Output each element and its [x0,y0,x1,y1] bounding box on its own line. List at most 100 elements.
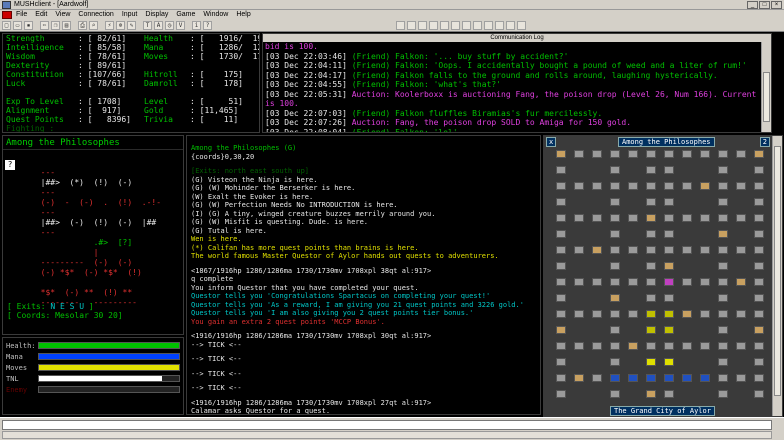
map-room[interactable] [574,246,584,254]
document-icon[interactable] [2,11,12,19]
map-room[interactable] [646,214,656,222]
zoom-out-icon[interactable] [462,21,471,30]
map-room[interactable] [610,310,620,318]
map-room[interactable] [646,374,656,382]
horizontal-scrollbar[interactable] [2,431,772,439]
map-room[interactable] [664,230,674,238]
map-close-button[interactable]: x [546,137,557,147]
map-room[interactable] [718,310,728,318]
map-room[interactable] [646,294,656,302]
map-room[interactable] [736,214,746,222]
map-room[interactable] [574,342,584,350]
map-room[interactable] [646,198,656,206]
map-room[interactable] [718,230,728,238]
map-room[interactable] [754,278,764,286]
map-room[interactable] [610,198,620,206]
map-room[interactable] [754,374,764,382]
map-room[interactable] [574,182,584,190]
map-room[interactable] [574,310,584,318]
map-room[interactable] [754,166,764,174]
map-room[interactable] [646,166,656,174]
map-room[interactable] [736,310,746,318]
aliases-icon[interactable]: A [154,21,163,30]
map-room[interactable] [610,374,620,382]
map-room[interactable] [718,166,728,174]
map-room[interactable] [682,278,692,286]
map-room[interactable] [574,150,584,158]
refresh-icon[interactable] [473,21,482,30]
menu-help[interactable]: Help [232,10,254,20]
minimize-button[interactable]: _ [747,1,758,9]
map-room[interactable] [646,230,656,238]
map-room[interactable] [682,246,692,254]
map-room[interactable] [700,278,710,286]
map-room[interactable] [556,326,566,334]
map-room[interactable] [592,342,602,350]
map-room[interactable] [718,214,728,222]
menu-window[interactable]: Window [199,10,232,20]
map-room[interactable] [718,278,728,286]
comm-scrollbar[interactable] [761,42,771,132]
map-room[interactable] [556,166,566,174]
timers-icon[interactable]: ◷ [165,21,174,30]
map-room[interactable] [610,326,620,334]
map-room[interactable] [700,150,710,158]
map-room[interactable] [664,166,674,174]
map-room[interactable] [754,326,764,334]
map-room[interactable] [718,342,728,350]
map-room[interactable] [610,294,620,302]
map-room[interactable] [664,326,674,334]
map-room[interactable] [700,310,710,318]
map-room[interactable] [610,246,620,254]
map-room[interactable] [754,342,764,350]
map-scrollbar[interactable] [772,136,782,416]
close-button[interactable]: × [771,1,782,9]
map-room[interactable] [610,358,620,366]
map-room[interactable] [646,310,656,318]
map-room[interactable] [592,150,602,158]
comm-scroll-thumb[interactable] [763,72,770,122]
map-room[interactable] [610,390,620,398]
list-icon[interactable] [484,21,493,30]
open-icon[interactable]: ▭ [13,21,22,30]
map-room[interactable] [628,278,638,286]
map-room[interactable] [682,214,692,222]
map-room[interactable] [628,374,638,382]
map-room[interactable] [736,374,746,382]
map-room[interactable] [718,294,728,302]
keypad-icon[interactable] [440,21,449,30]
map-room[interactable] [556,390,566,398]
map-room[interactable] [664,214,674,222]
map-room[interactable] [646,358,656,366]
map-room[interactable] [700,374,710,382]
map-room[interactable] [700,246,710,254]
map-room[interactable] [664,198,674,206]
world-icon[interactable] [429,21,438,30]
map-room[interactable] [610,230,620,238]
triggers-icon[interactable]: T [143,21,152,30]
map-room[interactable] [556,278,566,286]
map-room[interactable] [646,278,656,286]
map-room[interactable] [628,150,638,158]
info-icon[interactable] [517,21,526,30]
map-room[interactable] [736,278,746,286]
menu-file[interactable]: File [12,10,31,20]
map-room[interactable] [700,342,710,350]
map-room[interactable] [682,182,692,190]
map-room[interactable] [628,246,638,254]
map-room[interactable] [664,358,674,366]
variables-icon[interactable]: V [176,21,185,30]
map-room[interactable] [664,374,674,382]
map-room[interactable] [754,182,764,190]
map-room[interactable] [664,150,674,158]
menu-display[interactable]: Display [141,10,172,20]
map-room[interactable] [646,182,656,190]
map-room[interactable] [646,150,656,158]
map-room[interactable] [718,374,728,382]
map-room[interactable] [556,358,566,366]
map-room[interactable] [736,150,746,158]
menu-input[interactable]: Input [118,10,142,20]
map-room[interactable] [574,278,584,286]
help-icon[interactable]: ? [203,21,212,30]
map-room[interactable] [556,246,566,254]
